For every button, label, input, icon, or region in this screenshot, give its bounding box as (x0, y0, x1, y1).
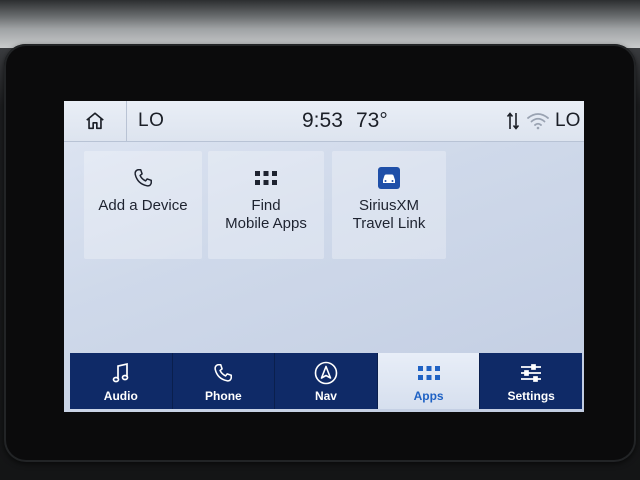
nav-tab-apps[interactable]: Apps (377, 353, 481, 409)
apps-grid-icon (255, 171, 277, 185)
siriusxm-label-line1: SiriusXM (358, 197, 419, 214)
driver-temp[interactable]: LO (138, 101, 164, 141)
sliders-icon (521, 363, 542, 382)
phone-icon (214, 363, 233, 382)
nav-label-settings: Settings (507, 388, 555, 403)
nav-label-phone: Phone (205, 388, 242, 403)
music-note-icon (112, 362, 129, 382)
dashboard-trim (0, 0, 640, 48)
navigation-arrow-icon (314, 361, 338, 384)
find-label-line2: Mobile Apps (225, 215, 307, 232)
apps-tile-grid: Add a Device Find Mobile Apps SiriusXM T… (64, 141, 584, 357)
infotainment-screen: LO 9:53 73° LO Add a Device Find Mobile … (64, 101, 584, 412)
bottom-nav-bar: Audio Phone Nav Apps Settings (70, 353, 582, 409)
status-bar: LO 9:53 73° LO (64, 101, 584, 142)
apps-grid-icon (417, 365, 440, 380)
siriusxm-travel-link-tile[interactable]: SiriusXM Travel Link (332, 151, 446, 259)
nav-label-apps: Apps (413, 388, 444, 403)
find-label-line1: Find (251, 197, 281, 214)
add-device-tile[interactable]: Add a Device (84, 151, 202, 259)
data-arrows-icon (506, 112, 520, 130)
nav-label-audio: Audio (103, 388, 138, 403)
siriusxm-label-line2: Travel Link (352, 215, 426, 232)
find-mobile-apps-tile[interactable]: Find Mobile Apps (208, 151, 324, 259)
phone-icon (134, 169, 152, 187)
home-icon (86, 112, 104, 130)
car-icon (378, 167, 400, 189)
clock: 9:53 (302, 109, 343, 132)
wifi-icon (527, 113, 549, 130)
siriusxm-label: SiriusXM Travel Link (353, 197, 426, 233)
nav-tab-audio[interactable]: Audio (70, 353, 173, 409)
nav-tab-phone[interactable]: Phone (173, 353, 276, 409)
nav-tab-settings[interactable]: Settings (480, 353, 582, 409)
connectivity-indicators (506, 110, 550, 132)
add-device-label: Add a Device (98, 197, 188, 214)
nav-tab-nav[interactable]: Nav (275, 353, 378, 409)
passenger-temp[interactable]: LO (555, 101, 580, 141)
home-button[interactable] (64, 101, 127, 141)
find-mobile-apps-label: Find Mobile Apps (225, 197, 307, 233)
outside-temp: 73° (356, 109, 388, 132)
nav-label-nav: Nav (314, 388, 337, 403)
